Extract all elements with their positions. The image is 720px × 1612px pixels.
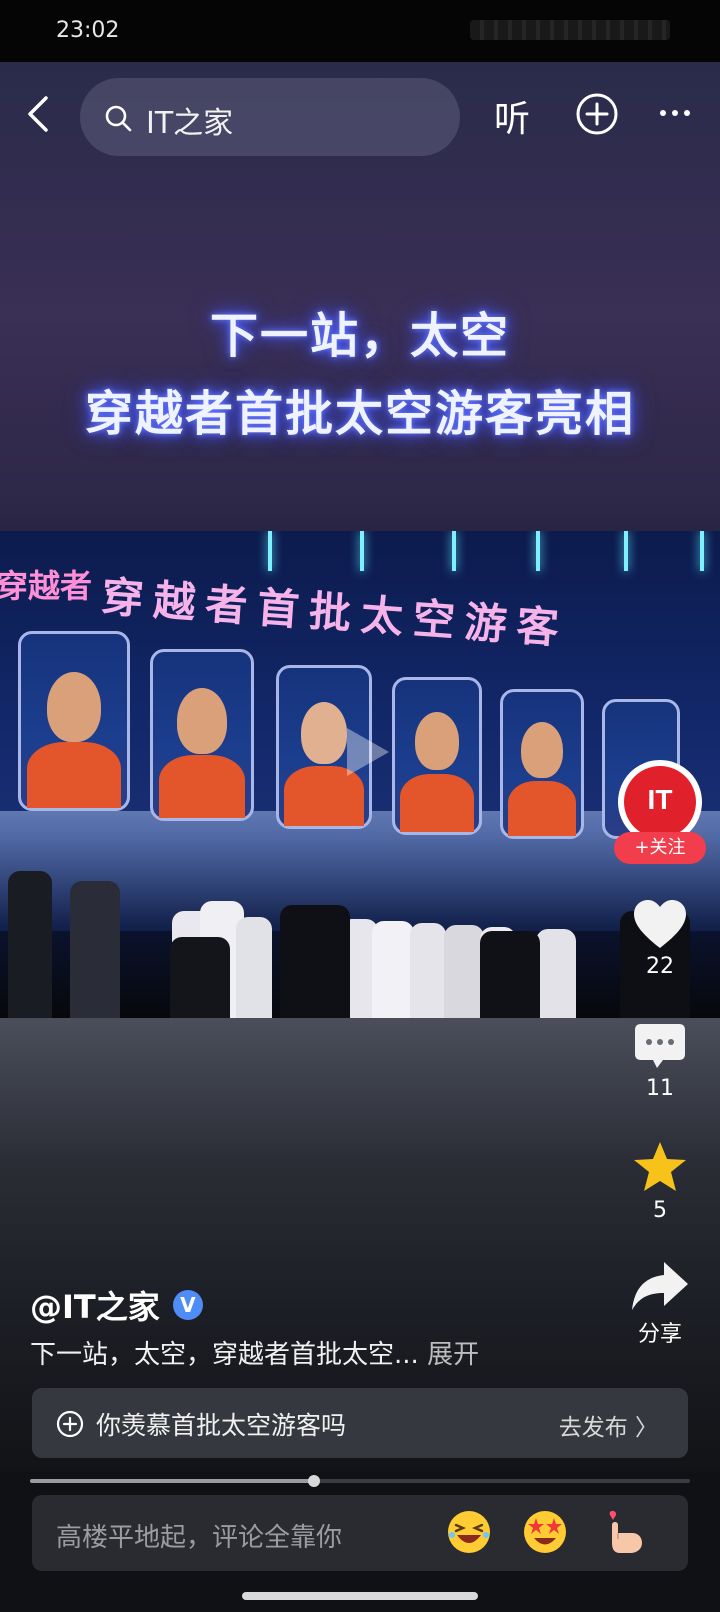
star-eyes-emoji-icon[interactable]	[522, 1509, 568, 1555]
portrait-frame	[500, 689, 584, 839]
video-headline: 下一站，太空 穿越者首批太空游客亮相	[0, 296, 720, 444]
heart-icon	[634, 900, 686, 948]
follow-button[interactable]: +关注	[614, 832, 706, 864]
top-bar: IT之家 听	[0, 76, 720, 156]
stage-light	[536, 531, 540, 571]
topic-bar[interactable]: 你羡慕首批太空游客吗 去发布 〉	[32, 1388, 688, 1458]
portrait-frame	[392, 677, 482, 835]
finger-heart-emoji-icon[interactable]	[602, 1509, 648, 1555]
comment-bubble-icon	[635, 1024, 685, 1068]
search-text: IT之家	[146, 106, 234, 141]
stage-light	[700, 531, 704, 571]
play-icon[interactable]	[335, 722, 395, 782]
avatar-logo-text: IT	[647, 784, 673, 815]
comment-button[interactable]: 11	[600, 1022, 720, 1101]
video-progress-bar[interactable]	[30, 1475, 690, 1487]
headline-line-1: 下一站，太空	[209, 308, 510, 364]
more-button[interactable]	[655, 98, 695, 128]
progress-handle[interactable]	[307, 1475, 320, 1487]
search-box[interactable]: IT之家	[80, 78, 460, 156]
like-button[interactable]: 22	[600, 898, 720, 979]
status-bar: 23:02	[0, 0, 720, 62]
comment-input[interactable]: 高楼平地起，评论全靠你	[32, 1495, 688, 1571]
verified-badge-icon: V	[172, 1290, 203, 1320]
stage-light	[360, 531, 364, 571]
search-icon	[105, 105, 132, 132]
post-description: 下一站，太空，穿越者首批太空... 展开	[30, 1334, 479, 1371]
more-dots-icon	[660, 110, 690, 116]
portrait-frame	[18, 631, 130, 811]
description-text: 下一站，太空，穿越者首批太空...	[30, 1340, 419, 1370]
share-arrow-icon	[632, 1262, 688, 1310]
stage-light	[268, 531, 272, 571]
star-icon	[634, 1142, 686, 1191]
photo-title: 穿越者首批太空游客	[99, 571, 571, 654]
avatar-logo: IT	[624, 766, 696, 838]
listen-button[interactable]: 听	[494, 90, 530, 142]
add-button[interactable]	[575, 92, 619, 136]
laughing-emoji-icon[interactable]	[446, 1509, 492, 1555]
topic-text: 你羡慕首批太空游客吗	[96, 1411, 347, 1440]
status-time: 23:02	[56, 18, 120, 43]
comment-count: 11	[646, 1076, 674, 1101]
publish-link[interactable]: 去发布 〉	[559, 1408, 658, 1442]
chevron-left-icon	[28, 96, 48, 132]
status-icons	[470, 20, 670, 40]
photo-logo: 穿越者	[0, 567, 93, 605]
back-button[interactable]	[18, 92, 62, 136]
stage-light	[624, 531, 628, 571]
favorite-button[interactable]: 5	[600, 1140, 720, 1223]
comment-placeholder: 高楼平地起，评论全靠你	[56, 1523, 343, 1553]
author-name[interactable]: @IT之家	[30, 1282, 160, 1328]
favorite-count: 5	[653, 1198, 667, 1223]
author-row[interactable]: @IT之家 V	[30, 1282, 203, 1326]
progress-fill	[30, 1479, 314, 1483]
headline-line-2: 穿越者首批太空游客亮相	[84, 386, 635, 442]
portrait-frame	[150, 649, 254, 821]
like-count: 22	[646, 954, 674, 979]
share-button[interactable]: 分享	[600, 1260, 720, 1348]
expand-link[interactable]: 展开	[427, 1340, 479, 1370]
home-indicator[interactable]	[242, 1592, 478, 1600]
plus-circle-icon	[576, 93, 618, 135]
stage-light	[452, 531, 456, 571]
plus-circle-icon	[56, 1410, 84, 1438]
share-label: 分享	[637, 1322, 682, 1347]
